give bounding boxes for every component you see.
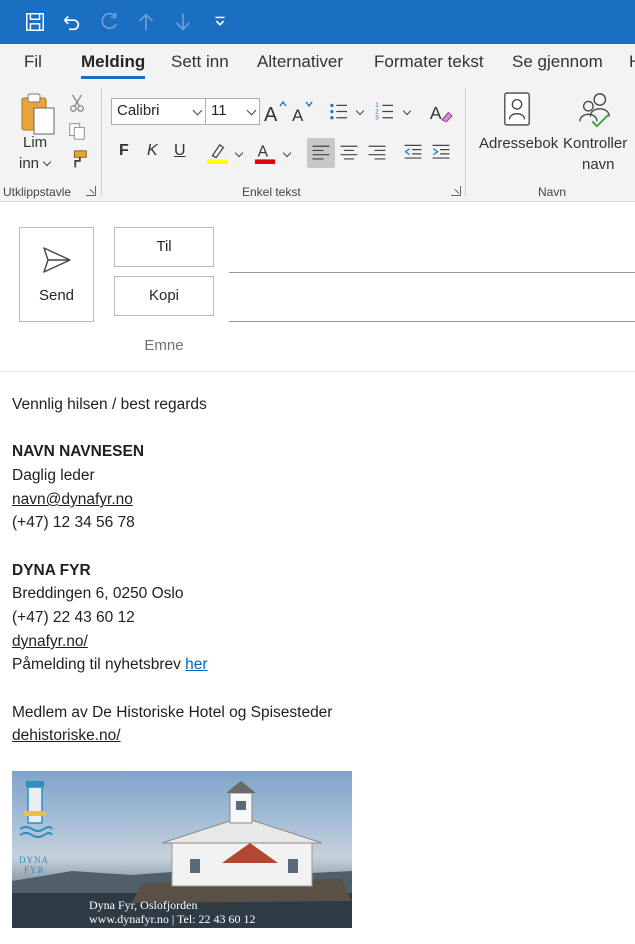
italic-button[interactable]: K [147,142,158,160]
to-button[interactable]: Til [114,227,214,267]
signature-banner-image: DYNA FYR Dyna Fyr, Oslofjorden www.dynaf… [12,771,352,928]
send-label: Send [38,287,75,304]
format-painter-icon[interactable] [66,148,90,172]
up-arrow-icon [134,10,158,34]
align-center-icon[interactable] [337,140,361,166]
shrink-font-icon[interactable]: A [291,98,315,125]
clipboard-group-label: Utklippstavle [3,185,72,199]
font-color-dropdown-icon[interactable] [282,148,292,158]
banner-caption-1: Dyna Fyr, Oslofjorden [89,898,198,912]
cc-button[interactable]: Kopi [114,276,214,316]
company-phone-text: (+47) 22 43 60 12 [12,609,135,626]
check-names-icon[interactable] [576,90,616,130]
address-book-button[interactable]: Adressebok [479,135,558,152]
member-link[interactable]: dehistoriske.no/ [12,727,121,745]
paste-icon[interactable] [19,92,59,138]
redo-icon [97,10,121,34]
signature-name: NAVN NAVNESEN [12,443,144,461]
font-size-value: 11 [211,102,227,119]
svg-text:A: A [264,104,278,125]
svg-text:A: A [430,102,442,122]
company-name: DYNA FYR [12,562,91,580]
highlight-icon[interactable] [205,140,229,166]
quick-access-toolbar [0,0,635,44]
website-link[interactable]: dynafyr.no/ [12,633,88,651]
tab-review[interactable]: Se gjennom [512,52,603,72]
banner-caption-2: www.dynafyr.no | Tel: 22 43 60 12 [89,912,256,926]
ribbon-tabs: Fil Melding Sett inn Alternativer Format… [0,44,635,84]
align-right-icon[interactable] [365,140,389,166]
underline-button[interactable]: U [174,142,186,160]
tab-insert[interactable]: Sett inn [171,52,229,72]
tab-format-text[interactable]: Formater tekst [374,52,484,72]
basic-text-group-label: Enkel tekst [242,185,301,199]
highlight-dropdown-icon[interactable] [234,148,244,158]
tab-message[interactable]: Melding [81,52,146,79]
paste-dropdown-icon[interactable] [42,157,52,167]
greeting-text: Vennlig hilsen / best regards [12,396,207,413]
signature-title: Daglig leder [12,467,95,484]
cut-icon[interactable] [66,92,88,114]
svg-text:A: A [258,144,269,161]
paste-button-line-2[interactable]: inn [19,155,39,172]
to-field[interactable] [229,272,635,273]
tab-help[interactable]: H [629,52,635,72]
address-book-icon[interactable] [501,90,533,128]
font-name-combo[interactable]: Calibri [111,98,206,125]
phone-text: (+47) 12 34 56 78 [12,514,135,531]
group-separator [101,88,102,196]
increase-indent-icon[interactable] [429,140,453,166]
member-text: Medlem av De Historiske Hotel og Spisest… [12,704,333,721]
newsletter-text: Påmelding til nyhetsbrev [12,656,186,673]
bullets-icon[interactable] [327,98,351,125]
company-name-text: DYNA FYR [12,562,91,579]
customize-toolbar-icon[interactable] [208,10,232,34]
undo-icon[interactable] [59,10,83,34]
check-names-button[interactable]: Kontroller [563,135,627,152]
newsletter-link[interactable]: her [185,656,207,673]
check-names-button-line-2[interactable]: navn [582,156,615,173]
send-icon [43,247,71,273]
banner-logo-text-2: FYR [24,865,45,875]
down-arrow-icon [171,10,195,34]
numbering-icon[interactable]: 123 [373,98,397,125]
clipboard-launcher-icon[interactable] [86,186,96,196]
email-link[interactable]: navn@dynafyr.no [12,491,133,509]
paste-button[interactable]: Lim [23,134,47,151]
newsletter-line: Påmelding til nyhetsbrev her [12,656,208,674]
subject-label: Emne [144,337,184,354]
tab-file[interactable]: Fil [24,52,42,72]
align-left-icon[interactable] [309,140,333,166]
cc-field[interactable] [229,321,635,322]
numbering-dropdown-icon[interactable] [402,106,412,116]
ribbon: Lim inn Utklippstavle Calibri 11 A A 123… [0,84,635,202]
address-text: Breddingen 6, 0250 Oslo [12,585,184,602]
font-size-combo[interactable]: 11 [205,98,260,125]
signature-name-text: NAVN NAVNESEN [12,443,145,460]
group-separator [465,88,466,196]
header-divider [0,371,635,372]
tab-options[interactable]: Alternativer [257,52,343,72]
decrease-indent-icon[interactable] [401,140,425,166]
send-button[interactable]: Send [19,227,94,322]
grow-font-icon[interactable]: A [263,98,287,125]
copy-icon[interactable] [66,120,88,142]
svg-text:3: 3 [375,114,379,121]
basic-text-launcher-icon[interactable] [451,186,461,196]
save-icon[interactable] [23,10,47,34]
font-color-icon[interactable]: A [253,140,277,166]
bullets-dropdown-icon[interactable] [355,106,365,116]
svg-text:A: A [292,106,304,125]
bold-button[interactable]: F [119,142,129,160]
clear-formatting-icon[interactable]: A [428,98,454,125]
names-group-label: Navn [538,185,567,199]
font-name-value: Calibri [117,102,160,119]
banner-logo-text-1: DYNA [19,855,49,865]
